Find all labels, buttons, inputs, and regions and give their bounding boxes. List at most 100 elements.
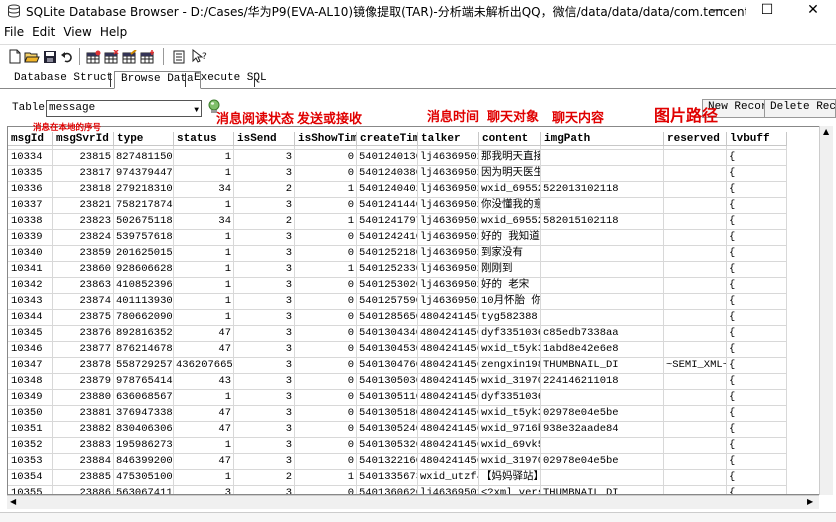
cell-createtime[interactable]: 5401252330000 [357, 262, 418, 278]
modify-table-icon[interactable] [121, 48, 138, 65]
column-header-lvbuff[interactable]: lvbuff [727, 132, 787, 146]
cell-isshowtime[interactable]: 0 [295, 294, 357, 310]
delete-table-icon[interactable] [103, 48, 120, 65]
cell-msgsvrid[interactable]: 23875 [53, 310, 114, 326]
cell-imgpath[interactable]: 522013102118 [541, 182, 664, 198]
cell-reserved[interactable] [664, 262, 727, 278]
cell-status[interactable]: 34 [174, 182, 234, 198]
cell-status[interactable]: 47 [174, 342, 234, 358]
minimize-button[interactable]: — [694, 0, 740, 22]
cell-reserved[interactable] [664, 438, 727, 454]
cell-issend[interactable]: 3 [234, 358, 295, 374]
cell-createtime[interactable]: 5401322160000 [357, 454, 418, 470]
cell-msgsvrid[interactable]: 23876 [53, 326, 114, 342]
cell-isshowtime[interactable]: 0 [295, 406, 357, 422]
cell-lvbuff[interactable]: { [727, 438, 787, 454]
cell-isshowtime[interactable]: 0 [295, 246, 357, 262]
cell-status[interactable]: 47 [174, 422, 234, 438]
menu-edit[interactable]: Edit [28, 24, 59, 42]
menu-file[interactable]: File [0, 24, 28, 42]
cell-lvbuff[interactable]: { [727, 278, 787, 294]
cell-status[interactable]: 1 [174, 262, 234, 278]
cell-reserved[interactable] [664, 294, 727, 310]
cell-imgpath[interactable] [541, 294, 664, 310]
cell-msgsvrid[interactable]: 23884 [53, 454, 114, 470]
cell-status[interactable]: 47 [174, 454, 234, 470]
cell-issend[interactable]: 3 [234, 150, 295, 166]
column-header-status[interactable]: status [174, 132, 234, 146]
cell-msgsvrid[interactable]: 23821 [53, 198, 114, 214]
column-header-content[interactable]: content [479, 132, 541, 146]
cell-content[interactable]: dyf335103602:0:0:c85edb73 [479, 326, 541, 342]
cell-msgid[interactable]: 10336 [8, 182, 53, 198]
cell-lvbuff[interactable]: { [727, 454, 787, 470]
cell-imgpath[interactable] [541, 438, 664, 454]
cell-msgsvrid[interactable]: 23860 [53, 262, 114, 278]
cell-lvbuff[interactable]: { [727, 390, 787, 406]
cell-talker[interactable]: lj463695029 [418, 262, 479, 278]
cell-status[interactable]: 1 [174, 198, 234, 214]
cell-status[interactable]: 3 [174, 486, 234, 494]
cell-lvbuff[interactable]: { [727, 374, 787, 390]
cell-lvbuff[interactable]: { [727, 310, 787, 326]
cell-issend[interactable]: 3 [234, 422, 295, 438]
cell-createtime[interactable]: 5401241797482 [357, 214, 418, 230]
cell-lvbuff[interactable]: { [727, 198, 787, 214]
scroll-up-icon[interactable]: ▲ [823, 127, 829, 136]
cell-isshowtime[interactable]: 0 [295, 326, 357, 342]
cell-msgid[interactable]: 10347 [8, 358, 53, 374]
cell-type[interactable]: 563067411669 [114, 486, 174, 494]
cell-lvbuff[interactable]: { [727, 406, 787, 422]
cell-talker[interactable]: lj463695029 [418, 294, 479, 310]
cell-reserved[interactable] [664, 246, 727, 262]
cell-createtime[interactable]: 5401253020000 [357, 278, 418, 294]
cell-status[interactable]: 1 [174, 150, 234, 166]
cell-createtime[interactable]: 5401252180000 [357, 246, 418, 262]
cell-createtime[interactable]: 5401305110000 [357, 390, 418, 406]
cell-status[interactable]: 1 [174, 310, 234, 326]
cell-isshowtime[interactable]: 0 [295, 198, 357, 214]
cell-talker[interactable]: lj463695029 [418, 246, 479, 262]
cell-createtime[interactable]: 5401305180000 [357, 406, 418, 422]
column-header-talker[interactable]: talker [418, 132, 479, 146]
menu-help[interactable]: Help [96, 24, 131, 42]
cell-content[interactable]: tyg582388: [479, 310, 541, 326]
cell-createtime[interactable]: 5401241440000 [357, 198, 418, 214]
cell-msgsvrid[interactable]: 23877 [53, 342, 114, 358]
column-header-issend[interactable]: isSend [234, 132, 295, 146]
table-select[interactable]: message ▼ [46, 100, 202, 117]
cell-msgid[interactable]: 10355 [8, 486, 53, 494]
cell-reserved[interactable] [664, 310, 727, 326]
cell-createtime[interactable]: 5401305240000 [357, 422, 418, 438]
cell-talker[interactable]: 48042414560@ [418, 310, 479, 326]
cell-type[interactable]: 410852396023 [114, 278, 174, 294]
cell-msgsvrid[interactable]: 23859 [53, 246, 114, 262]
cell-talker[interactable]: 48042414560@ [418, 422, 479, 438]
cell-talker[interactable]: 48042414560@ [418, 326, 479, 342]
cell-status[interactable]: 1 [174, 230, 234, 246]
cell-createtime[interactable]: 5401305320000 [357, 438, 418, 454]
cell-type[interactable]: 475305100450 [114, 470, 174, 486]
cell-issend[interactable]: 3 [234, 326, 295, 342]
cell-imgpath[interactable] [541, 470, 664, 486]
menu-view[interactable]: View [59, 24, 95, 42]
cell-talker[interactable]: lj463695029 [418, 214, 479, 230]
cell-msgid[interactable]: 10338 [8, 214, 53, 230]
cell-msgsvrid[interactable]: 23818 [53, 182, 114, 198]
cell-issend[interactable]: 3 [234, 230, 295, 246]
cell-lvbuff[interactable]: { [727, 166, 787, 182]
cell-type[interactable]: 201625015590 [114, 246, 174, 262]
cell-type[interactable]: 279218310056 [114, 182, 174, 198]
cell-imgpath[interactable] [541, 198, 664, 214]
cell-reserved[interactable] [664, 214, 727, 230]
cell-msgid[interactable]: 10354 [8, 470, 53, 486]
column-header-reserved[interactable]: reserved [664, 132, 727, 146]
cell-content[interactable]: wxid_t5yk37h4803121:0:0:1 [479, 342, 541, 358]
cell-type[interactable]: 928606628408 [114, 262, 174, 278]
cell-lvbuff[interactable]: { [727, 486, 787, 494]
cell-talker[interactable]: 48042414560@ [418, 454, 479, 470]
cell-issend[interactable]: 3 [234, 374, 295, 390]
cell-reserved[interactable] [664, 150, 727, 166]
cell-reserved[interactable] [664, 326, 727, 342]
cell-content[interactable]: 那我明天直接给医生说26号住院 [479, 150, 541, 166]
